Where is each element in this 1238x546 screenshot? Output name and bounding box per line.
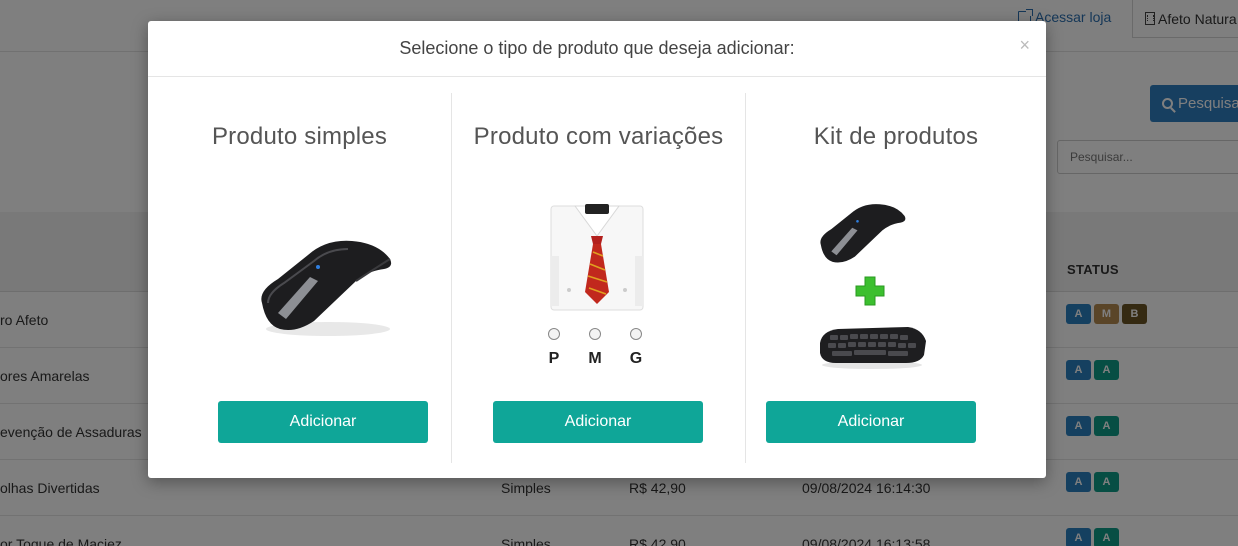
keyboard-icon <box>820 327 926 369</box>
add-product-kit-button[interactable]: Adicionar <box>766 401 976 443</box>
plus-icon <box>855 276 885 306</box>
close-icon[interactable]: × <box>1019 36 1030 54</box>
mouse-icon <box>261 240 392 336</box>
option-title: Produto com variações <box>473 123 724 150</box>
shirt-icon <box>550 204 644 311</box>
size-label: M <box>588 350 602 367</box>
size-option-g[interactable]: G <box>629 328 643 368</box>
option-title: Kit de produtos <box>813 123 979 150</box>
option-title: Produto simples <box>211 123 388 150</box>
modal-header: Selecione o tipo de produto que deseja a… <box>148 21 1046 77</box>
radio-button[interactable] <box>589 328 601 340</box>
add-variation-product-button[interactable]: Adicionar <box>493 401 703 443</box>
size-label: P <box>548 350 560 367</box>
option-variation-product: Produto com variações P M G Adicionar <box>451 93 745 463</box>
option-simple-product: Produto simples Adicionar <box>148 93 451 463</box>
radio-button[interactable] <box>630 328 642 340</box>
add-simple-product-button[interactable]: Adicionar <box>218 401 428 443</box>
mouse-icon <box>820 204 906 263</box>
size-option-p[interactable]: P <box>547 328 561 368</box>
product-type-modal: Selecione o tipo de produto que deseja a… <box>148 21 1046 478</box>
radio-button[interactable] <box>548 328 560 340</box>
size-option-m[interactable]: M <box>588 328 602 368</box>
modal-title: Selecione o tipo de produto que deseja a… <box>399 38 795 58</box>
option-product-kit: Kit de produtos Adicionar <box>745 93 1046 463</box>
size-label: G <box>629 350 643 367</box>
